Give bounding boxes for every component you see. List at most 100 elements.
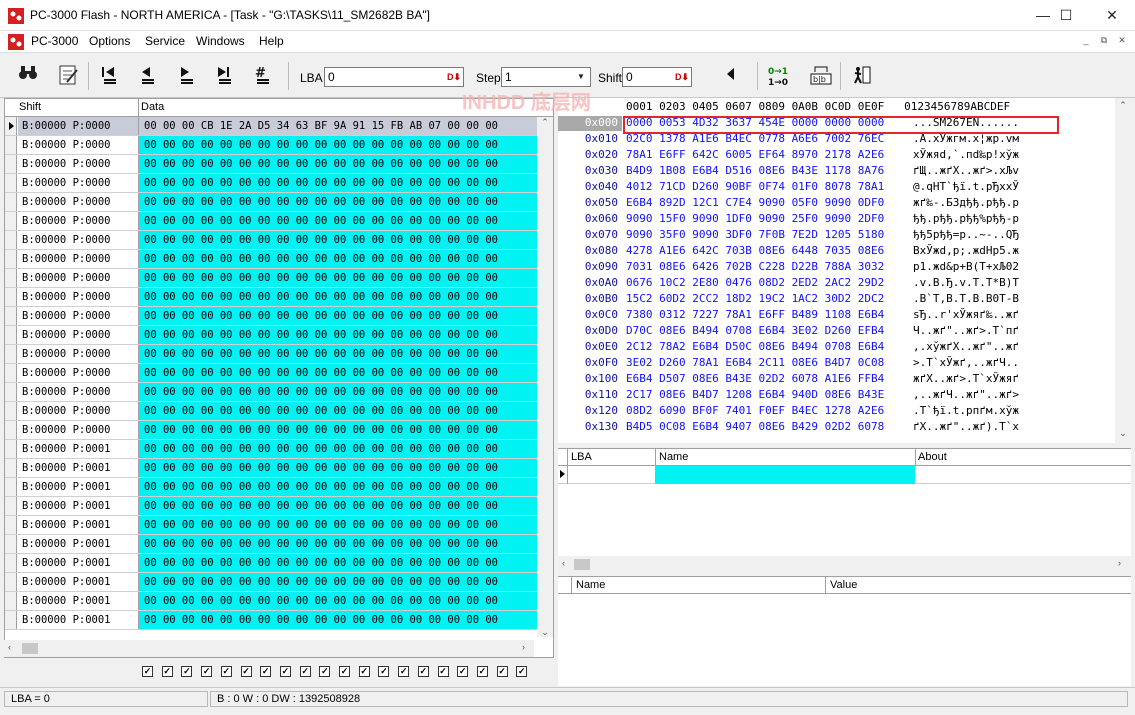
table-row[interactable]: B:00000 P:0001 00 00 00 00 00 00 00 00 00…: [5, 497, 537, 516]
hex-row[interactable]: 0x110 2C17 08E6 B4D7 1208 E6B4 940D 08E6 …: [558, 387, 1118, 403]
hex-bytes[interactable]: D70C 08E6 B494 0708 E6B4 3E02 D260 EFB4: [626, 324, 884, 337]
table-row[interactable]: B:00000 P:0001 00 00 00 00 00 00 00 00 00…: [5, 554, 537, 573]
hex-row[interactable]: 0x020 78A1 E6FF 642C 6005 EF64 8970 2178 …: [558, 147, 1118, 163]
hex-bytes[interactable]: 7031 08E6 6426 702B C228 D22B 788A 3032: [626, 260, 884, 273]
hex-row[interactable]: 0x0D0 D70C 08E6 B494 0708 E6B4 3E02 D260 …: [558, 323, 1118, 339]
shift-cell[interactable]: B:00000 P:0000: [18, 212, 139, 230]
byte-checkbox[interactable]: ✓: [378, 666, 390, 677]
table-row[interactable]: B:00000 P:0000 00 00 00 00 00 00 00 00 00…: [5, 402, 537, 421]
data-cell[interactable]: 00 00 00 00 00 00 00 00 00 00 00 00 00 0…: [139, 364, 537, 382]
data-cell[interactable]: 00 00 00 00 00 00 00 00 00 00 00 00 00 0…: [139, 516, 537, 534]
shift-cell[interactable]: B:00000 P:0000: [18, 364, 139, 382]
shift-cell[interactable]: B:00000 P:0000: [18, 326, 139, 344]
hex-vertical-scrollbar[interactable]: ⌃ ⌄: [1115, 98, 1131, 443]
hex-row[interactable]: 0x0C0 7380 0312 7227 78A1 E6FF B489 1108 …: [558, 307, 1118, 323]
hex-bytes[interactable]: 4278 A1E6 642C 703B 08E6 6448 7035 08E6: [626, 244, 884, 257]
data-cell[interactable]: 00 00 00 00 00 00 00 00 00 00 00 00 00 0…: [139, 345, 537, 363]
hex-ascii[interactable]: ,.xўжґХ..жґ"..жґ: [913, 340, 1019, 353]
hex-bytes[interactable]: 7380 0312 7227 78A1 E6FF B489 1108 E6B4: [626, 308, 884, 321]
byte-checkbox[interactable]: ✓: [516, 666, 528, 677]
hex-row[interactable]: 0x0F0 3E02 D260 78A1 E6B4 2C11 08E6 B4D7 …: [558, 355, 1118, 371]
shift-cell[interactable]: B:00000 P:0000: [18, 136, 139, 154]
table-row[interactable]: B:00000 P:0001 00 00 00 00 00 00 00 00 00…: [5, 459, 537, 478]
table-row[interactable]: B:00000 P:0001 00 00 00 00 00 00 00 00 00…: [5, 478, 537, 497]
maximize-button[interactable]: ☐: [1043, 0, 1089, 31]
hex-bytes[interactable]: E6B4 892D 12C1 C7E4 9090 05F0 9090 0DF0: [626, 196, 884, 209]
data-cell[interactable]: 00 00 00 CB 1E 2A D5 34 63 BF 9A 91 15 F…: [139, 117, 537, 135]
table-row[interactable]: B:00000 P:0000 00 00 00 00 00 00 00 00 00…: [5, 212, 537, 231]
table-row[interactable]: B:00000 P:0000 00 00 00 00 00 00 00 00 00…: [5, 307, 537, 326]
data-cell[interactable]: 00 00 00 00 00 00 00 00 00 00 00 00 00 0…: [139, 250, 537, 268]
table-row[interactable]: B:00000 P:0000 00 00 00 00 00 00 00 00 00…: [5, 364, 537, 383]
table-row[interactable]: B:00000 P:0001 00 00 00 00 00 00 00 00 00…: [5, 440, 537, 459]
hex-ascii[interactable]: .Т`ђї.t.рпґм.xўж: [913, 404, 1019, 417]
prev-page-icon[interactable]: [133, 64, 161, 88]
byte-checkbox[interactable]: ✓: [437, 666, 449, 677]
table-row[interactable]: B:00000 P:0000 00 00 00 00 00 00 00 00 00…: [5, 269, 537, 288]
hex-ascii[interactable]: жґХ..жґ>.Т`xЎжяґ: [913, 372, 1019, 385]
byte-checkbox[interactable]: ✓: [142, 666, 153, 677]
column-header-shift[interactable]: Shift: [19, 101, 41, 113]
shift-cell[interactable]: B:00000 P:0000: [18, 307, 139, 325]
data-cell[interactable]: 00 00 00 00 00 00 00 00 00 00 00 00 00 0…: [139, 212, 537, 230]
chevron-down-icon[interactable]: ▼: [574, 70, 588, 84]
data-cell[interactable]: 00 00 00 00 00 00 00 00 00 00 00 00 00 0…: [139, 478, 537, 496]
scroll-up-icon[interactable]: ⌃: [539, 117, 551, 128]
table-row[interactable]: B:00000 P:0000 00 00 00 CB 1E 2A D5 34 63…: [5, 117, 537, 136]
next-page-icon[interactable]: [172, 64, 200, 88]
shift-cell[interactable]: B:00000 P:0000: [18, 345, 139, 363]
data-cell[interactable]: 00 00 00 00 00 00 00 00 00 00 00 00 00 0…: [139, 402, 537, 420]
table-row[interactable]: B:00000 P:0000 00 00 00 00 00 00 00 00 00…: [5, 250, 537, 269]
table-row[interactable]: B:00000 P:0001 00 00 00 00 00 00 00 00 00…: [5, 573, 537, 592]
hex-ascii[interactable]: ґЩ..жґХ..жґ>.xЉv: [913, 164, 1019, 177]
hex-ascii[interactable]: .В`Т,В.Т.В.В0Т-В: [913, 292, 1019, 305]
hex-row[interactable]: 0x060 9090 15F0 9090 1DF0 9090 25F0 9090 …: [558, 211, 1118, 227]
scroll-up-icon[interactable]: ⌃: [1117, 100, 1129, 111]
hex-ascii[interactable]: BxЎжd,p;.жdHp5.ж: [913, 244, 1019, 257]
data-cell[interactable]: 00 00 00 00 00 00 00 00 00 00 00 00 00 0…: [139, 535, 537, 553]
column-header-data[interactable]: Data: [141, 101, 164, 113]
data-cell[interactable]: 00 00 00 00 00 00 00 00 00 00 00 00 00 0…: [139, 288, 537, 306]
data-cell[interactable]: 00 00 00 00 00 00 00 00 00 00 00 00 00 0…: [139, 611, 537, 629]
last-page-icon[interactable]: [210, 64, 238, 88]
shift-cell[interactable]: B:00000 P:0000: [18, 174, 139, 192]
scroll-right-icon[interactable]: ›: [522, 642, 525, 652]
table-row[interactable]: B:00000 P:0000 00 00 00 00 00 00 00 00 00…: [5, 345, 537, 364]
swap-bits-icon[interactable]: 0→1 1→0: [766, 64, 798, 88]
shift-cell[interactable]: B:00000 P:0000: [18, 421, 139, 439]
hex-row[interactable]: 0x050 E6B4 892D 12C1 C7E4 9090 05F0 9090 …: [558, 195, 1118, 211]
hex-bytes[interactable]: 4012 71CD D260 90BF 0F74 01F0 8078 78A1: [626, 180, 884, 193]
goto-number-icon[interactable]: #: [248, 64, 276, 88]
byte-checkbox[interactable]: ✓: [279, 666, 291, 677]
shift-cell[interactable]: B:00000 P:0001: [18, 516, 139, 534]
data-cell[interactable]: 00 00 00 00 00 00 00 00 00 00 00 00 00 0…: [139, 326, 537, 344]
hex-ascii[interactable]: ґХ..жґ"..жґ).Т`x: [913, 420, 1019, 433]
hex-ascii[interactable]: sЂ..r'xЎжяґ‰..жґ: [913, 308, 1019, 321]
lba-horizontal-scrollbar[interactable]: ‹ ›: [558, 556, 1131, 573]
vertical-scrollbar[interactable]: ⌃ ⌄: [537, 117, 553, 637]
table-row[interactable]: B:00000 P:0001 00 00 00 00 00 00 00 00 00…: [5, 516, 537, 535]
edit-document-icon[interactable]: [54, 64, 82, 88]
exit-door-icon[interactable]: [848, 64, 876, 88]
byte-checkbox[interactable]: ✓: [496, 666, 508, 677]
shift-cell[interactable]: B:00000 P:0000: [18, 250, 139, 268]
name-cell[interactable]: [655, 466, 915, 484]
data-cell[interactable]: 00 00 00 00 00 00 00 00 00 00 00 00 00 0…: [139, 592, 537, 610]
menu-service[interactable]: Service: [145, 34, 185, 48]
hex-bytes[interactable]: 15C2 60D2 2CC2 18D2 19C2 1AC2 30D2 2DC2: [626, 292, 884, 305]
app-menu-icon[interactable]: [8, 34, 24, 50]
byte-checkbox[interactable]: ✓: [339, 666, 350, 677]
byte-checkbox[interactable]: ✓: [476, 666, 488, 677]
table-row[interactable]: B:00000 P:0001 00 00 00 00 00 00 00 00 00…: [5, 611, 537, 630]
menu-windows[interactable]: Windows: [196, 34, 245, 48]
hex-row[interactable]: 0x100 E6B4 D507 08E6 B43E 02D2 6078 A1E6 …: [558, 371, 1118, 387]
data-cell[interactable]: 00 00 00 00 00 00 00 00 00 00 00 00 00 0…: [139, 383, 537, 401]
table-row[interactable]: B:00000 P:0000 00 00 00 00 00 00 00 00 00…: [5, 193, 537, 212]
shift-cell[interactable]: B:00000 P:0001: [18, 573, 139, 591]
shift-cell[interactable]: B:00000 P:0001: [18, 478, 139, 496]
scroll-left-icon[interactable]: ‹: [8, 642, 11, 652]
hex-ascii[interactable]: ђђ5рђђ=р..~-..QЂ: [913, 228, 1019, 241]
byte-order-icon[interactable]: b|b: [807, 64, 835, 88]
hex-bytes[interactable]: 08D2 6090 BF0F 7401 F0EF B4EC 1278 A2E6: [626, 404, 884, 417]
table-row[interactable]: B:00000 P:0000 00 00 00 00 00 00 00 00 00…: [5, 326, 537, 345]
